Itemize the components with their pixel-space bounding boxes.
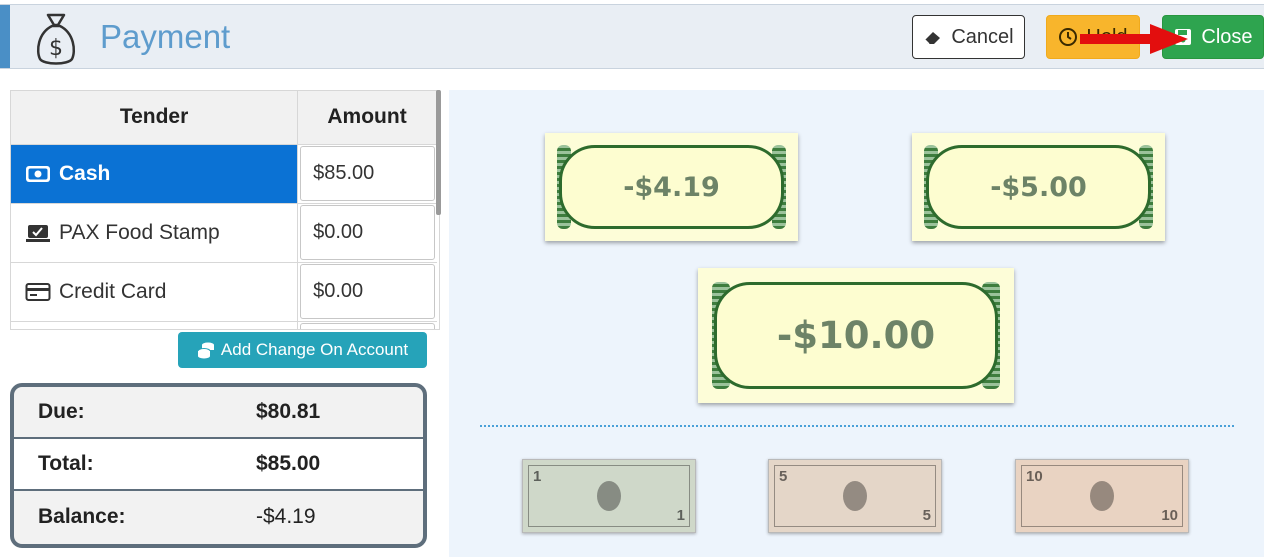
tender-row-credit-card[interactable]: Credit Card $0.00 <box>11 262 437 322</box>
tender-table-header: Tender Amount <box>11 91 437 145</box>
total-value: $85.00 <box>256 452 321 475</box>
clock-icon <box>1059 28 1078 46</box>
eraser-icon <box>924 32 941 45</box>
credit-card-icon <box>25 282 51 301</box>
divider <box>480 425 1234 427</box>
cash-icon <box>26 165 50 182</box>
red-arrow-icon <box>1080 24 1188 54</box>
balance-label: Balance: <box>38 505 126 528</box>
tender-name: Credit Card <box>59 279 167 303</box>
tender-row-partial <box>11 321 437 329</box>
note-denomination: 10 <box>1026 468 1043 485</box>
total-label: Total: <box>38 452 94 475</box>
tender-name: PAX Food Stamp <box>59 220 220 244</box>
change-bill[interactable]: -$4.19 <box>545 133 798 241</box>
change-bill[interactable]: -$10.00 <box>698 268 1014 403</box>
due-row: Due: $80.81 <box>14 387 423 439</box>
total-row: Total: $85.00 <box>14 439 423 491</box>
cancel-button[interactable]: Cancel <box>912 15 1025 59</box>
money-bag-icon: $ <box>36 13 76 65</box>
dollar-1-note-button[interactable]: 1 1 <box>522 459 696 533</box>
note-denomination: 1 <box>676 507 685 524</box>
dollar-10-note-button[interactable]: 10 10 <box>1015 459 1189 533</box>
note-denomination: 5 <box>779 468 788 485</box>
page-title: Payment <box>100 18 231 55</box>
note-denomination: 1 <box>533 468 542 485</box>
tender-name-cell[interactable]: Cash <box>11 144 299 204</box>
change-bill-amount: -$5.00 <box>926 145 1151 229</box>
due-value: $80.81 <box>256 400 321 423</box>
cancel-label: Cancel <box>951 25 1014 48</box>
payment-summary: Due: $80.81 Total: $85.00 Balance: -$4.1… <box>10 383 427 548</box>
cash-amount-input[interactable]: $85.00 <box>300 146 435 201</box>
header: $ Payment Cancel Hold Close <box>0 4 1264 69</box>
add-change-on-account-button[interactable]: Add Change On Account <box>178 332 427 368</box>
note-denomination: 5 <box>922 507 931 524</box>
tender-name-cell[interactable]: Credit Card <box>11 262 299 322</box>
coins-icon <box>197 342 214 359</box>
add-change-label: Add Change On Account <box>220 340 409 359</box>
tender-row-cash[interactable]: Cash $85.00 <box>11 144 437 204</box>
tender-name-cell[interactable]: PAX Food Stamp <box>11 203 299 263</box>
portrait-icon <box>843 481 867 511</box>
food-stamp-icon <box>26 224 50 242</box>
tender-column-header: Tender <box>11 91 299 145</box>
dollar-5-note-button[interactable]: 5 5 <box>768 459 942 533</box>
header-accent <box>0 5 10 68</box>
food-stamp-amount-input[interactable]: $0.00 <box>300 205 435 260</box>
tender-row-pax-food-stamp[interactable]: PAX Food Stamp $0.00 <box>11 203 437 263</box>
svg-text:$: $ <box>49 36 63 61</box>
credit-card-amount-input[interactable]: $0.00 <box>300 264 435 319</box>
change-bill-amount: -$10.00 <box>714 282 998 389</box>
note-denomination: 10 <box>1161 507 1178 524</box>
tender-scrollbar[interactable] <box>436 90 441 215</box>
change-bill-amount: -$4.19 <box>559 145 784 229</box>
change-bill[interactable]: -$5.00 <box>912 133 1165 241</box>
due-label: Due: <box>38 400 85 423</box>
tender-table: Tender Amount Cash $85.00 PAX Food Stamp… <box>10 90 440 330</box>
balance-row: Balance: -$4.19 <box>14 491 423 543</box>
close-label: Close <box>1201 25 1253 48</box>
balance-value: -$4.19 <box>256 505 316 528</box>
amount-column-header: Amount <box>297 91 437 145</box>
portrait-icon <box>597 481 621 511</box>
tender-name: Cash <box>59 161 111 185</box>
portrait-icon <box>1090 481 1114 511</box>
